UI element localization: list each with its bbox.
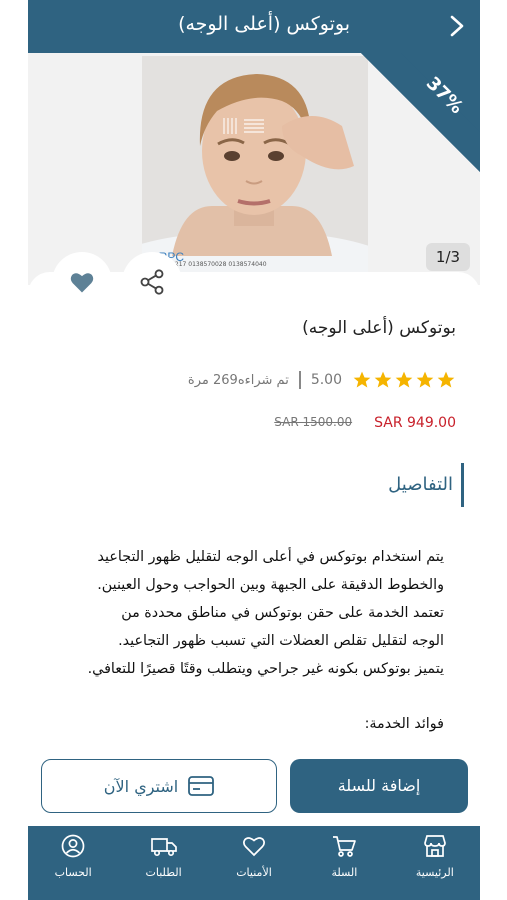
nav-label: الحساب: [54, 866, 92, 879]
details-section-header: التفاصيل: [388, 463, 464, 507]
benefits-label: فوائد الخدمة:: [364, 716, 444, 732]
image-counter: 1/3: [426, 243, 470, 271]
add-to-cart-button[interactable]: إضافة للسلة: [290, 759, 468, 813]
header-bar: بوتوكس (أعلى الوجه): [28, 0, 480, 53]
product-gallery[interactable]: CRPC 920033217 0138570028 0138574040 37%…: [28, 53, 480, 285]
bottom-navigation: الرئيسية السلة الأمنيات الطلبات الحساب: [28, 826, 480, 900]
nav-item-orders[interactable]: الطلبات: [118, 826, 208, 900]
nav-item-cart[interactable]: السلة: [299, 826, 389, 900]
nav-item-account[interactable]: الحساب: [28, 826, 118, 900]
buy-now-button[interactable]: اشتري الآن: [41, 759, 277, 813]
favorite-button[interactable]: [52, 252, 112, 312]
nav-label: السلة: [331, 866, 358, 879]
price-current: SAR 949.00: [374, 415, 456, 431]
divider: [298, 371, 301, 389]
buy-now-label: اشتري الآن: [103, 776, 179, 796]
share-icon: [140, 269, 164, 295]
product-name: بوتوكس (أعلى الوجه): [302, 318, 456, 338]
share-button[interactable]: [122, 252, 182, 312]
heart-icon: [243, 837, 265, 857]
truck-icon: [150, 838, 177, 857]
rating-row: 5.00 تم شراءه269 مرة: [188, 368, 456, 392]
details-heading: التفاصيل: [388, 474, 453, 495]
store-icon: [423, 835, 446, 857]
star-icon: [416, 371, 434, 388]
sold-count: تم شراءه269 مرة: [187, 372, 289, 388]
rating-stars: [352, 370, 456, 390]
star-icon: [374, 371, 392, 388]
star-icon: [437, 371, 455, 388]
price-row: SAR 949.00 SAR 1500.00: [274, 415, 456, 431]
discount-ribbon: [361, 53, 480, 172]
credit-card-icon: [188, 776, 215, 796]
cart-icon: [333, 836, 357, 857]
product-description: يتم استخدام بوتوكس في أعلى الوجه لتقليل …: [87, 549, 444, 677]
nav-label: الطلبات: [145, 866, 182, 879]
chevron-right-icon[interactable]: [444, 13, 470, 39]
face-illustration: CRPC: [142, 56, 368, 276]
app-frame: بوتوكس (أعلى الوجه) 920033217 0138570028…: [28, 0, 480, 900]
user-icon: [61, 834, 85, 858]
nav-item-wishlist[interactable]: الأمنيات: [209, 826, 299, 900]
rating-value: 5.00: [310, 372, 342, 388]
nav-label: الرئيسية: [415, 866, 454, 879]
nav-label: الأمنيات: [236, 866, 272, 879]
star-icon: [395, 371, 413, 388]
nav-item-home[interactable]: الرئيسية: [390, 826, 480, 900]
page-title: بوتوكس (أعلى الوجه): [178, 13, 350, 35]
price-original: SAR 1500.00: [274, 415, 353, 429]
star-icon: [353, 371, 371, 388]
heart-icon: [70, 273, 94, 293]
product-image: CRPC 920033217 0138570028 0138574040: [142, 56, 368, 276]
